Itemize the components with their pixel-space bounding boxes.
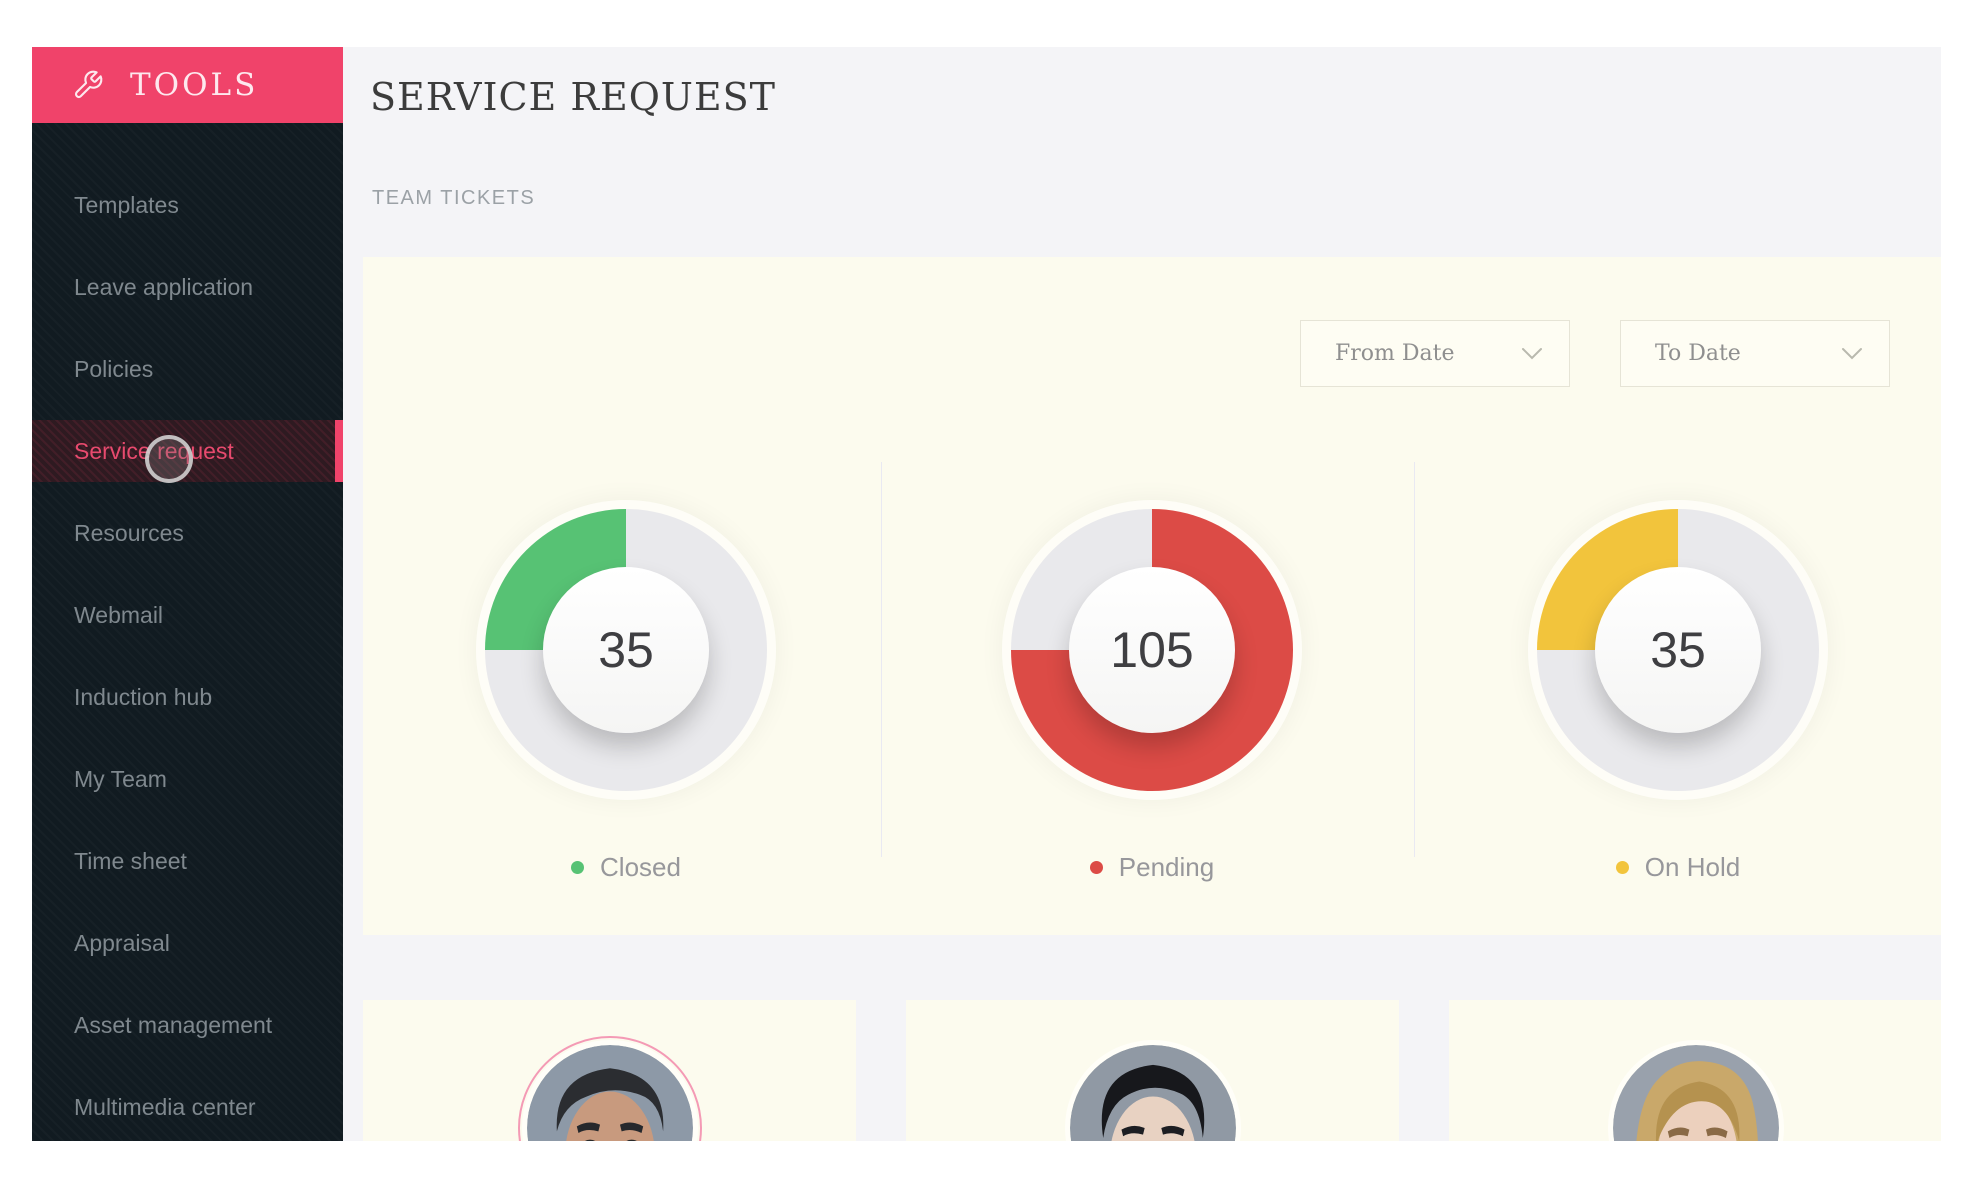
sidebar-item-service-request[interactable]: Service request — [32, 410, 343, 492]
sidebar-item-templates[interactable]: Templates — [32, 164, 343, 246]
sidebar-item-policies[interactable]: Policies — [32, 328, 343, 410]
closed-chart-section: 35 Closed — [363, 500, 889, 883]
sidebar-item-leave-application[interactable]: Leave application — [32, 246, 343, 328]
closed-legend: Closed — [571, 852, 681, 883]
active-item-accent-stripe — [335, 420, 343, 482]
onhold-legend-dot — [1616, 861, 1629, 874]
sidebar-item-webmail[interactable]: Webmail — [32, 574, 343, 656]
sidebar-item-asset-management[interactable]: Asset management — [32, 984, 343, 1066]
sidebar-item-resources[interactable]: Resources — [32, 492, 343, 574]
team-member-card[interactable] — [906, 1000, 1399, 1141]
closed-legend-label: Closed — [600, 852, 681, 883]
onhold-legend: On Hold — [1616, 852, 1740, 883]
pending-legend-label: Pending — [1119, 852, 1214, 883]
closed-legend-dot — [571, 861, 584, 874]
avatar-ring — [1604, 1036, 1788, 1141]
from-date-label: From Date — [1335, 341, 1455, 366]
team-member-card[interactable] — [1449, 1000, 1941, 1141]
avatar-ring — [1061, 1036, 1245, 1141]
to-date-label: To Date — [1655, 341, 1741, 366]
app-window: TOOLS Templates Leave application Polici… — [32, 47, 1941, 1141]
closed-donut-chart: 35 — [476, 500, 776, 800]
pending-legend: Pending — [1090, 852, 1214, 883]
from-date-dropdown[interactable]: From Date — [1300, 320, 1570, 387]
sidebar: TOOLS Templates Leave application Polici… — [32, 47, 343, 1141]
pending-donut-chart: 105 — [1002, 500, 1302, 800]
sidebar-menu: Templates Leave application Policies Ser… — [32, 164, 343, 1141]
chart-divider — [1414, 462, 1415, 857]
sidebar-item-induction-hub[interactable]: Induction hub — [32, 656, 343, 738]
team-cards-row — [363, 1000, 1941, 1141]
onhold-count: 35 — [1650, 621, 1706, 679]
pending-count: 105 — [1110, 621, 1193, 679]
section-title: TEAM TICKETS — [372, 187, 535, 210]
avatar-highlight-ring — [518, 1036, 702, 1141]
sidebar-item-my-team[interactable]: My Team — [32, 738, 343, 820]
onhold-donut-chart: 35 — [1528, 500, 1828, 800]
avatar-woman-blonde-hair — [1608, 1040, 1784, 1141]
wrench-icon — [72, 69, 104, 101]
sidebar-item-multimedia-center[interactable]: Multimedia center — [32, 1066, 343, 1141]
sidebar-header: TOOLS — [32, 47, 343, 123]
pending-legend-dot — [1090, 861, 1103, 874]
team-tickets-panel: From Date To Date 35 — [363, 257, 1941, 935]
pending-chart-section: 105 Pending — [889, 500, 1415, 883]
team-member-card[interactable] — [363, 1000, 856, 1141]
main-content: SERVICE REQUEST TEAM TICKETS From Date T… — [343, 47, 1941, 1141]
to-date-dropdown[interactable]: To Date — [1620, 320, 1890, 387]
sidebar-title: TOOLS — [130, 67, 258, 103]
sidebar-item-time-sheet[interactable]: Time sheet — [32, 820, 343, 902]
avatar-man-black-hair — [1065, 1040, 1241, 1141]
chevron-down-icon — [1841, 347, 1863, 361]
donut-charts-row: 35 Closed 105 — [363, 500, 1941, 883]
page-title: SERVICE REQUEST — [370, 75, 776, 119]
onhold-legend-label: On Hold — [1645, 852, 1740, 883]
avatar-man-dark-hair — [522, 1040, 698, 1141]
sidebar-item-appraisal[interactable]: Appraisal — [32, 902, 343, 984]
closed-count: 35 — [598, 621, 654, 679]
chart-divider — [881, 462, 882, 857]
chevron-down-icon — [1521, 347, 1543, 361]
onhold-chart-section: 35 On Hold — [1415, 500, 1941, 883]
